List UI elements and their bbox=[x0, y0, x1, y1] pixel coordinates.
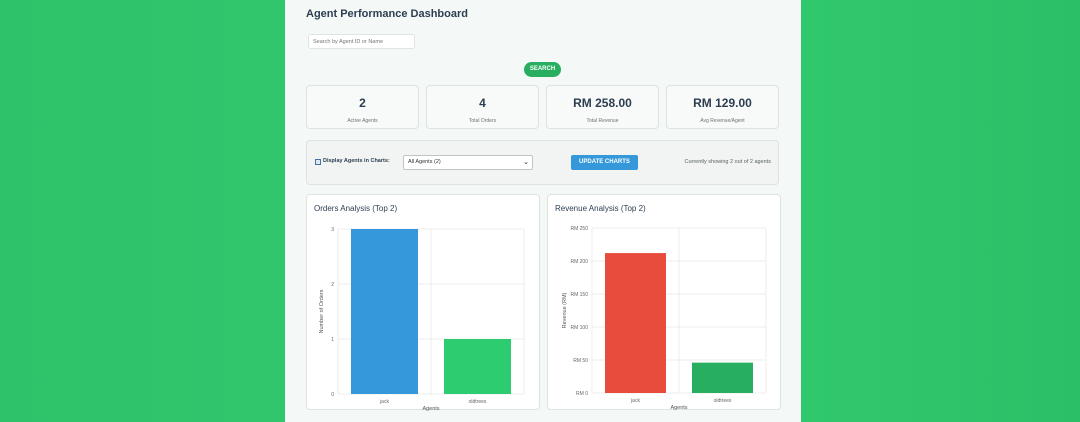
y-tick-label: RM 0 bbox=[576, 391, 588, 397]
y-tick-label: 2 bbox=[331, 282, 334, 288]
x-tick-label: jack bbox=[379, 399, 389, 405]
x-axis-title: Agents bbox=[670, 405, 687, 411]
y-axis-title: Revenue (RM) bbox=[562, 292, 568, 328]
y-axis-title: Number of Orders bbox=[319, 289, 325, 333]
x-tick-label: oldtrees bbox=[469, 399, 487, 405]
x-tick-label: oldtrees bbox=[714, 398, 732, 404]
stat-label: Avg Revenue/Agent bbox=[700, 118, 745, 124]
x-axis-title: Agents bbox=[422, 406, 439, 411]
orders-chart-card: Orders Analysis (Top 2) 0 1 2 3 jack oldtrees… bbox=[306, 194, 540, 411]
stat-label: Total Revenue bbox=[586, 118, 619, 124]
stat-value: RM 129.00 bbox=[693, 96, 752, 110]
display-agents-label: Display Agents in Charts: bbox=[323, 158, 390, 164]
dashboard-panel: Agent Performance Dashboard SEARCH 2 Act… bbox=[285, 0, 801, 422]
y-tick-label: 3 bbox=[331, 227, 334, 233]
stat-total-orders: 4 Total Orders bbox=[426, 85, 539, 129]
showing-status: Currently showing 2 out of 2 agents bbox=[684, 159, 771, 165]
search-button[interactable]: SEARCH bbox=[524, 62, 561, 77]
background-right bbox=[801, 0, 1080, 422]
y-tick-label: 0 bbox=[331, 392, 334, 398]
bar-oldtrees[interactable] bbox=[444, 339, 511, 394]
update-charts-button[interactable]: UPDATE CHARTS bbox=[571, 155, 638, 170]
agent-select[interactable]: All Agents (2) ⌄ bbox=[403, 155, 533, 170]
stat-label: Active Agents bbox=[347, 118, 378, 124]
stat-value: 2 bbox=[359, 96, 366, 110]
page-title: Agent Performance Dashboard bbox=[306, 8, 468, 20]
chevron-down-icon: ⌄ bbox=[523, 159, 529, 166]
bar-oldtrees[interactable] bbox=[692, 362, 753, 393]
stat-value: RM 258.00 bbox=[573, 96, 632, 110]
x-tick-label: jack bbox=[630, 398, 640, 404]
y-tick-label: RM 200 bbox=[570, 259, 588, 265]
y-tick-label: RM 100 bbox=[570, 325, 588, 331]
display-agents-checkbox[interactable] bbox=[315, 159, 321, 165]
orders-chart: 0 1 2 3 jack oldtrees Agents Number of Orders bbox=[319, 227, 525, 411]
background-left bbox=[0, 0, 285, 422]
y-tick-label: RM 250 bbox=[570, 226, 588, 232]
agent-select-value: All Agents (2) bbox=[408, 159, 441, 165]
search-input[interactable] bbox=[308, 34, 415, 49]
y-tick-label: 1 bbox=[331, 337, 334, 343]
stat-label: Total Orders bbox=[468, 118, 497, 124]
stat-value: 4 bbox=[479, 96, 486, 110]
y-tick-label: RM 50 bbox=[573, 358, 588, 364]
bar-jack[interactable] bbox=[351, 229, 418, 394]
stat-avg-revenue: RM 129.00 Avg Revenue/Agent bbox=[666, 85, 779, 129]
y-tick-label: RM 150 bbox=[570, 292, 588, 298]
stat-active-agents: 2 Active Agents bbox=[306, 85, 419, 129]
revenue-chart: RM 0 RM 50 RM 100 RM 150 RM 200 RM 250 jack old… bbox=[562, 226, 767, 411]
chart-controls: Display Agents in Charts: All Agents (2)… bbox=[306, 140, 779, 185]
stat-total-revenue: RM 258.00 Total Revenue bbox=[546, 85, 659, 129]
bar-jack[interactable] bbox=[605, 253, 666, 393]
revenue-chart-card: Revenue Analysis (Top 2) RM 0 RM 50 RM 100… bbox=[547, 194, 781, 411]
